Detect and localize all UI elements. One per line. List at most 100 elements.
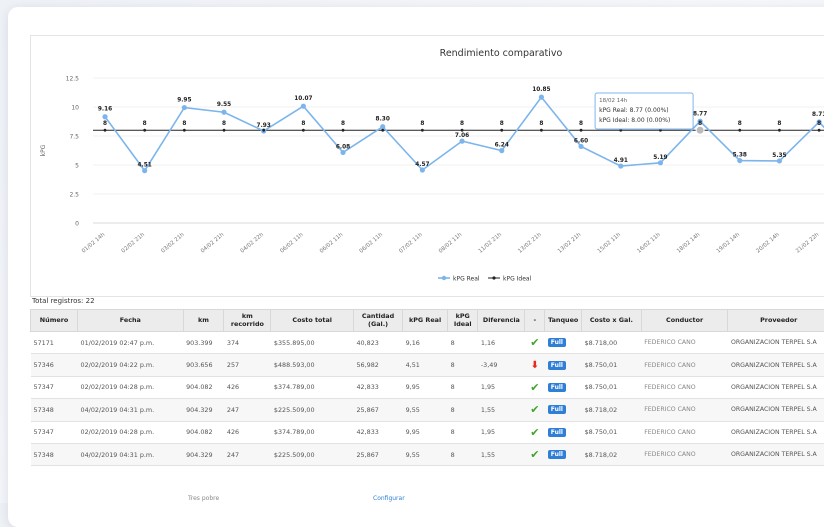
provider-cell: ORGANIZACION TERPEL S.A xyxy=(728,443,824,465)
x-tick-label: 07/02 11h xyxy=(398,232,424,255)
x-tick-label: 01/02 14h xyxy=(81,232,107,255)
real-data-label: 6.08 xyxy=(336,144,350,150)
column-header[interactable]: Diferencia xyxy=(478,310,525,332)
table-cell: 903.399 xyxy=(183,332,224,354)
table-cell: $8.750,01 xyxy=(582,354,642,376)
table-cell: 42,833 xyxy=(353,376,402,398)
table-cell: -3,49 xyxy=(478,354,525,376)
table-cell: 57346 xyxy=(31,354,78,376)
check-icon: ✔ xyxy=(525,421,545,443)
table-cell: $8.718,00 xyxy=(582,332,642,354)
table-row[interactable]: 5717101/02/2019 02:47 p.m.903.399374$355… xyxy=(31,332,824,354)
real-data-label: 4.91 xyxy=(614,158,628,164)
x-tick-label: 02/02 21h xyxy=(121,232,147,255)
column-header[interactable]: Costo x Gal. xyxy=(582,310,642,332)
table-cell: 904.329 xyxy=(183,443,224,465)
x-tick-label: 20/02 14h xyxy=(755,232,781,255)
table-row[interactable]: 5734804/02/2019 04:31 p.m.904.329247$225… xyxy=(31,399,824,421)
column-header[interactable]: Fecha xyxy=(78,310,184,332)
column-header[interactable]: km recorrido xyxy=(224,310,271,332)
configure-link[interactable]: Configurar xyxy=(373,495,405,502)
column-header[interactable]: Tanqueo xyxy=(545,310,582,332)
x-tick-label: 08/02 11h xyxy=(438,232,464,255)
table-cell: 04/02/2019 04:31 p.m. xyxy=(78,443,184,465)
column-header[interactable]: kPG Ideal xyxy=(448,310,478,332)
ideal-point xyxy=(302,129,305,132)
real-data-label: 4.57 xyxy=(415,162,429,168)
real-data-label: 5.35 xyxy=(772,153,786,159)
records-table: NúmeroFechakmkm recorridoCosto totalCant… xyxy=(30,309,824,466)
table-header: NúmeroFechakmkm recorridoCosto totalCant… xyxy=(31,310,824,332)
tank-badge: Full xyxy=(545,399,582,421)
table-cell: 02/02/2019 04:28 p.m. xyxy=(78,376,184,398)
provider-cell: ORGANIZACION TERPEL S.A xyxy=(728,399,824,421)
performance-chart: Rendimiento comparativo02.557.51012.5kPG… xyxy=(31,36,824,296)
real-data-label: 4.51 xyxy=(138,163,152,169)
table-cell: 40,823 xyxy=(353,332,402,354)
ideal-data-label: 8 xyxy=(341,121,345,127)
real-data-label: 8.71 xyxy=(812,112,824,118)
table-cell: $8.750,01 xyxy=(582,376,642,398)
table-cell: 374 xyxy=(224,332,271,354)
ideal-data-label: 8 xyxy=(738,121,742,127)
table-row[interactable]: 5734702/02/2019 04:28 p.m.904.082426$374… xyxy=(31,376,824,398)
table-cell: 1,16 xyxy=(478,332,525,354)
real-data-label: 6.24 xyxy=(495,143,509,149)
table-row[interactable]: 5734602/02/2019 04:22 p.m.903.656257$488… xyxy=(31,354,824,376)
tooltip-hover-marker xyxy=(696,126,704,134)
real-data-label: 8.77 xyxy=(693,111,707,117)
ideal-point xyxy=(183,129,186,132)
y-tick-label: 10 xyxy=(71,105,79,112)
table-row[interactable]: 5734804/02/2019 04:31 p.m.904.329247$225… xyxy=(31,443,824,465)
table-cell: 9,55 xyxy=(403,399,448,421)
column-header[interactable]: Número xyxy=(31,310,78,332)
x-tick-label: 06/02 11h xyxy=(279,232,305,255)
x-tick-label: 06/02 11h xyxy=(359,232,385,255)
y-tick-label: 2.5 xyxy=(69,192,79,199)
real-data-label: 9.95 xyxy=(177,98,191,104)
legend-label-real: kPG Real xyxy=(453,276,480,283)
column-header[interactable]: Proveedor xyxy=(728,310,824,332)
x-tick-label: 15/02 11h xyxy=(597,232,623,255)
real-data-label: 10.07 xyxy=(294,96,312,102)
real-point xyxy=(459,139,464,144)
y-tick-label: 0 xyxy=(75,221,79,228)
ideal-data-label: 8 xyxy=(777,121,781,127)
x-tick-label: 03/02 21h xyxy=(160,232,186,255)
pager-left-text[interactable]: Tres pobre xyxy=(188,495,219,502)
table-cell: 57347 xyxy=(31,376,78,398)
column-header[interactable]: km xyxy=(183,310,224,332)
provider-cell: ORGANIZACION TERPEL S.A xyxy=(728,332,824,354)
real-point xyxy=(221,110,226,115)
table-cell: $225.509,00 xyxy=(271,443,354,465)
ideal-data-label: 8 xyxy=(500,121,504,127)
real-data-label: 7.06 xyxy=(455,133,469,139)
column-header[interactable]: Conductor xyxy=(641,310,728,332)
table-cell: 8 xyxy=(448,332,478,354)
table-cell: $374.789,00 xyxy=(271,421,354,443)
real-point xyxy=(182,105,187,110)
real-point xyxy=(420,167,425,172)
ideal-point xyxy=(223,129,226,132)
table-row[interactable]: 5734702/02/2019 04:28 p.m.904.082426$374… xyxy=(31,421,824,443)
tooltip-ideal: kPG Ideal: 8.00 (0.00%) xyxy=(599,117,670,124)
table-cell: 57348 xyxy=(31,399,78,421)
ideal-point xyxy=(381,129,384,132)
column-header[interactable]: - xyxy=(525,310,545,332)
table-cell: 9,55 xyxy=(403,443,448,465)
ideal-data-label: 8 xyxy=(579,121,583,127)
table-cell: 1,95 xyxy=(478,376,525,398)
total-records: Total registros: 22 xyxy=(32,297,95,305)
column-header[interactable]: Costo total xyxy=(271,310,354,332)
real-data-label: 6.60 xyxy=(574,138,588,144)
table-cell: 9,95 xyxy=(403,421,448,443)
column-header[interactable]: Cantidad (Gal.) xyxy=(353,310,402,332)
x-tick-label: 19/02 14h xyxy=(716,232,742,255)
table-cell: 247 xyxy=(224,399,271,421)
check-icon: ✔ xyxy=(525,399,545,421)
ideal-point xyxy=(580,129,583,132)
real-point xyxy=(102,114,107,119)
column-header[interactable]: kPG Real xyxy=(403,310,448,332)
x-tick-label: 11/02 21h xyxy=(478,232,504,255)
arrow-down-icon: ⬇ xyxy=(525,354,545,376)
